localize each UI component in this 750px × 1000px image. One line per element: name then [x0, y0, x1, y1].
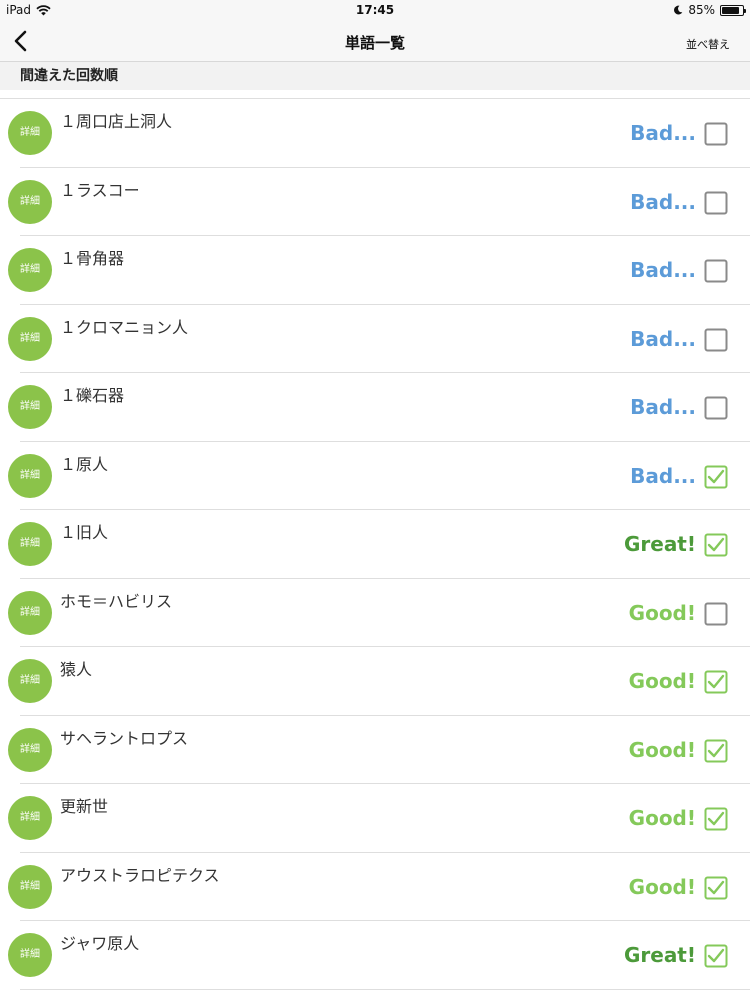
checkbox-unchecked-icon[interactable]	[704, 191, 728, 215]
detail-button[interactable]: 詳細	[8, 864, 52, 909]
rating-label: Bad...	[630, 189, 696, 214]
checkbox-unchecked-icon[interactable]	[704, 328, 728, 352]
word-label: ジャワ原人	[60, 934, 140, 953]
rating-label: Bad...	[630, 395, 696, 419]
rating-label: Good!	[628, 874, 696, 899]
list-item: 詳細 更新世 Good!	[0, 784, 750, 853]
word-label: アウストラロピテクス	[60, 865, 220, 885]
word-label: サヘラントロプス	[60, 728, 189, 748]
list-item: 詳細 ホモ＝ハビリス Good!	[0, 579, 750, 648]
list-item: 詳細 猿人 Good!	[0, 647, 750, 716]
word-label: １周口店上洞人	[60, 112, 173, 131]
detail-button[interactable]: 詳細	[8, 316, 52, 361]
rating-label: Great!	[623, 943, 696, 967]
status-bar: iPad 17:45 85%	[0, 0, 750, 20]
checkbox-checked-icon[interactable]	[704, 533, 728, 557]
detail-button[interactable]: 詳細	[8, 659, 52, 703]
detail-button[interactable]: 詳細	[8, 179, 52, 224]
rating-label: Great!	[623, 532, 696, 556]
rating-label: Bad...	[630, 326, 696, 351]
checkbox-checked-icon[interactable]	[704, 739, 728, 763]
list-item: 詳細 サヘラントロプス Good!	[0, 716, 750, 785]
detail-button[interactable]: 詳細	[8, 727, 52, 772]
list-item: 詳細 ジャワ原人 Great!	[0, 921, 750, 990]
word-label: １クロマニョン人	[60, 317, 189, 337]
status-right: 85%	[673, 3, 746, 17]
word-label: 更新世	[60, 797, 109, 816]
word-label: １ラスコー	[60, 180, 140, 200]
rating-label: Good!	[628, 806, 696, 830]
word-label: 猿人	[60, 660, 93, 679]
sort-button[interactable]: 並べ替え	[686, 36, 730, 52]
list-item: 詳細 １クロマニョン人 Bad...	[0, 305, 750, 374]
status-time: 17:45	[355, 3, 395, 17]
list-item: 詳細 １礫石器 Bad...	[0, 373, 750, 442]
detail-button[interactable]: 詳細	[8, 590, 52, 635]
word-label: ホモ＝ハビリス	[60, 591, 173, 611]
battery-fill	[722, 6, 739, 14]
list-item: 詳細 １ラスコー Bad...	[0, 168, 750, 237]
rating-label: Bad...	[630, 121, 696, 145]
detail-button[interactable]: 詳細	[8, 796, 52, 840]
section-header: 間違えた回数順	[0, 62, 750, 90]
list-item: 詳細 １旧人 Great!	[0, 510, 750, 579]
list-item: 詳細 １周口店上洞人 Bad...	[0, 99, 750, 168]
checkbox-unchecked-icon[interactable]	[704, 122, 728, 146]
battery-icon	[720, 4, 746, 16]
rating-label: Bad...	[630, 258, 696, 282]
detail-button[interactable]: 詳細	[8, 933, 52, 977]
checkbox-unchecked-icon[interactable]	[704, 259, 728, 283]
list-item: 詳細 アウストラロピテクス Good!	[0, 853, 750, 922]
word-label: １原人	[60, 454, 109, 474]
word-label: １骨角器	[60, 249, 125, 268]
list-item: 詳細 １骨角器 Bad...	[0, 236, 750, 305]
word-label: １礫石器	[60, 386, 125, 405]
battery-percent: 85%	[688, 3, 715, 17]
page-title: 単語一覧	[344, 34, 405, 52]
list-item-partial: 詳細	[0, 990, 750, 1000]
rating-label: Good!	[628, 737, 696, 762]
checkbox-checked-icon[interactable]	[704, 807, 728, 831]
rating-label: Bad...	[630, 463, 696, 488]
checkbox-checked-icon[interactable]	[704, 465, 728, 489]
word-list: 詳細 １周口店上洞人 Bad... 詳細 １ラスコー Bad... 詳細 １骨角器 Bad...…	[0, 98, 750, 1000]
detail-button[interactable]: 詳細	[8, 248, 52, 292]
checkbox-checked-icon[interactable]	[704, 944, 728, 968]
rating-label: Good!	[628, 600, 696, 625]
moon-icon	[674, 5, 683, 15]
checkbox-checked-icon[interactable]	[704, 670, 728, 694]
word-label: １旧人	[60, 523, 109, 542]
rating-label: Good!	[628, 669, 696, 693]
detail-button[interactable]: 詳細	[8, 385, 52, 429]
detail-button[interactable]: 詳細	[8, 522, 52, 566]
checkbox-unchecked-icon[interactable]	[704, 396, 728, 420]
checkbox-checked-icon[interactable]	[704, 876, 728, 900]
nav-bar: 単語一覧 並べ替え	[0, 20, 750, 62]
detail-button[interactable]: 詳細	[8, 111, 52, 155]
section-gap	[0, 90, 750, 98]
list-item: 詳細 １原人 Bad...	[0, 442, 750, 511]
detail-button[interactable]: 詳細	[8, 453, 52, 498]
checkbox-unchecked-icon[interactable]	[704, 602, 728, 626]
